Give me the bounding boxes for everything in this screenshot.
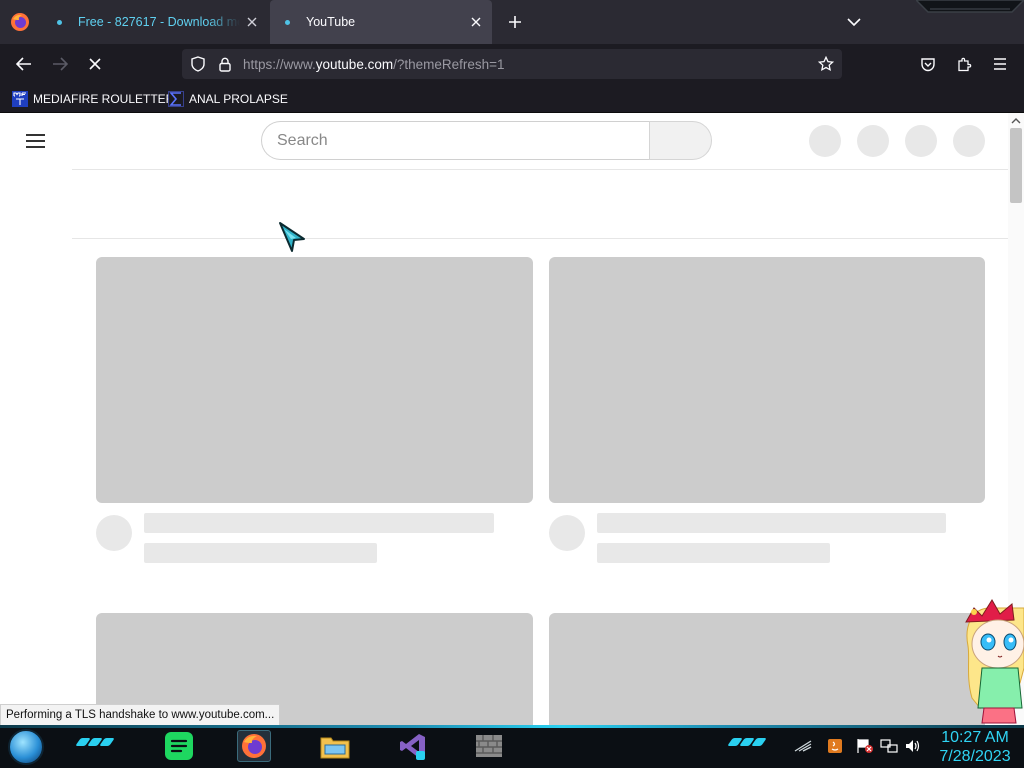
title-line-placeholder (144, 513, 494, 533)
tray-flag-alert-icon[interactable] (856, 737, 874, 755)
system-clock[interactable]: 10:27 AM 7/28/2023 (930, 728, 1020, 766)
list-all-tabs-button[interactable] (842, 10, 866, 34)
start-button[interactable] (8, 729, 44, 765)
taskbar-visual-studio-button[interactable] (396, 730, 430, 762)
app-menu-button[interactable] (986, 50, 1014, 78)
url-prefix: https://www. (243, 57, 316, 72)
address-bar[interactable]: https://www.youtube.com/?themeRefresh=1 (182, 49, 842, 79)
bookmark-label: ANAL PROLAPSE (189, 92, 288, 106)
tab-title: Free - 827617 - Download media (78, 15, 240, 29)
meta-line-placeholder (597, 543, 830, 563)
url-domain: youtube.com (315, 57, 394, 72)
back-button[interactable] (10, 50, 38, 78)
theme-decoration (916, 0, 1024, 13)
firefox-menu-icon[interactable] (10, 12, 30, 32)
tab-title: YouTube (306, 15, 356, 29)
tab-youtube[interactable]: YouTube (270, 0, 492, 44)
bookmark-label: MEDIAFIRE ROULETTER (33, 92, 175, 106)
loading-dot-icon (57, 19, 62, 25)
menu-line (26, 146, 45, 148)
pocket-button[interactable] (914, 50, 942, 78)
channel-avatar-placeholder (96, 515, 132, 551)
clock-time: 10:27 AM (941, 729, 1009, 746)
taskbar-decoration (75, 738, 115, 748)
shield-icon[interactable] (188, 54, 208, 74)
menu-line (26, 134, 45, 136)
stop-loading-button[interactable] (81, 50, 109, 78)
channel-avatar-placeholder (549, 515, 585, 551)
search-input[interactable] (277, 131, 637, 151)
chevron-down-icon (847, 18, 861, 27)
taskbar: 10:27 AM 7/28/2023 (0, 725, 1024, 768)
taskbar-decoration (727, 738, 767, 748)
pocket-icon (921, 57, 935, 71)
search-box (261, 121, 649, 160)
title-line-placeholder (597, 513, 946, 533)
tray-network-icon[interactable] (880, 737, 898, 755)
header-icon-placeholder (905, 125, 937, 157)
lock-icon[interactable] (215, 54, 235, 74)
header-icon-placeholder (953, 125, 985, 157)
close-tab-icon[interactable] (464, 10, 488, 34)
clock-date: 7/28/2023 (939, 748, 1011, 765)
tray-overflow-icon[interactable] (794, 737, 812, 755)
tab-strip: Free - 827617 - Download media YouTube (0, 0, 1024, 44)
navigation-toolbar: https://www.youtube.com/?themeRefresh=1 (0, 44, 1024, 85)
tray-java-icon[interactable] (826, 737, 844, 755)
bookmark-anal-prolapse[interactable]: ANAL PROLAPSE (168, 89, 288, 109)
file-explorer-icon (320, 737, 350, 759)
puzzle-icon (958, 57, 972, 72)
mouse-cursor-icon (279, 222, 305, 252)
bookmark-star-icon[interactable] (816, 54, 836, 74)
tab-mediafire[interactable]: Free - 827617 - Download media (42, 0, 268, 44)
bookmarks-toolbar: MEDIAFIRE ROULETTER ANAL PROLAPSE (0, 85, 1024, 113)
cartoon-character-overlay (965, 599, 1024, 724)
video-thumbnail-placeholder (549, 613, 985, 725)
search-button[interactable] (649, 121, 712, 160)
sigma-icon (168, 91, 184, 107)
taskbar-spotify-button[interactable] (162, 730, 196, 762)
taskbar-file-explorer-button[interactable] (318, 730, 352, 762)
arrow-right-icon (53, 57, 68, 71)
loading-dot-icon (285, 19, 290, 25)
url-suffix: /?themeRefresh=1 (393, 57, 505, 72)
forward-button[interactable] (46, 50, 74, 78)
header-icon-placeholder (857, 125, 889, 157)
guide-menu-button[interactable] (26, 132, 46, 148)
header-icon-placeholder (809, 125, 841, 157)
taskbar-minecraft-button[interactable] (472, 730, 506, 762)
mediafire-icon (12, 91, 28, 107)
spotify-icon (165, 732, 193, 760)
scrollbar-thumb[interactable] (1010, 128, 1022, 203)
close-icon (89, 58, 101, 70)
firefox-icon (242, 734, 266, 758)
taskbar-firefox-button[interactable] (237, 730, 271, 762)
arrow-left-icon (16, 57, 31, 71)
tray-volume-icon[interactable] (904, 737, 922, 755)
meta-line-placeholder (144, 543, 377, 563)
bookmark-mediafire-rouletter[interactable]: MEDIAFIRE ROULETTER (12, 89, 174, 109)
chip-bar-placeholder (72, 169, 1008, 239)
visual-studio-icon (400, 734, 425, 760)
minecraft-icon (476, 735, 502, 757)
video-thumbnail-placeholder (96, 257, 533, 503)
hamburger-menu-icon (994, 58, 1006, 70)
menu-line (26, 140, 45, 142)
plus-icon (509, 16, 521, 28)
close-tab-icon[interactable] (240, 10, 264, 34)
scroll-up-arrow-icon[interactable] (1010, 115, 1022, 127)
taskbar-glow (0, 725, 1024, 728)
video-thumbnail-placeholder (549, 257, 985, 503)
status-panel: Performing a TLS handshake to www.youtub… (0, 704, 281, 726)
new-tab-button[interactable] (503, 10, 527, 34)
extensions-button[interactable] (950, 50, 978, 78)
youtube-page (0, 113, 1024, 725)
url-text[interactable]: https://www.youtube.com/?themeRefresh=1 (243, 57, 505, 72)
